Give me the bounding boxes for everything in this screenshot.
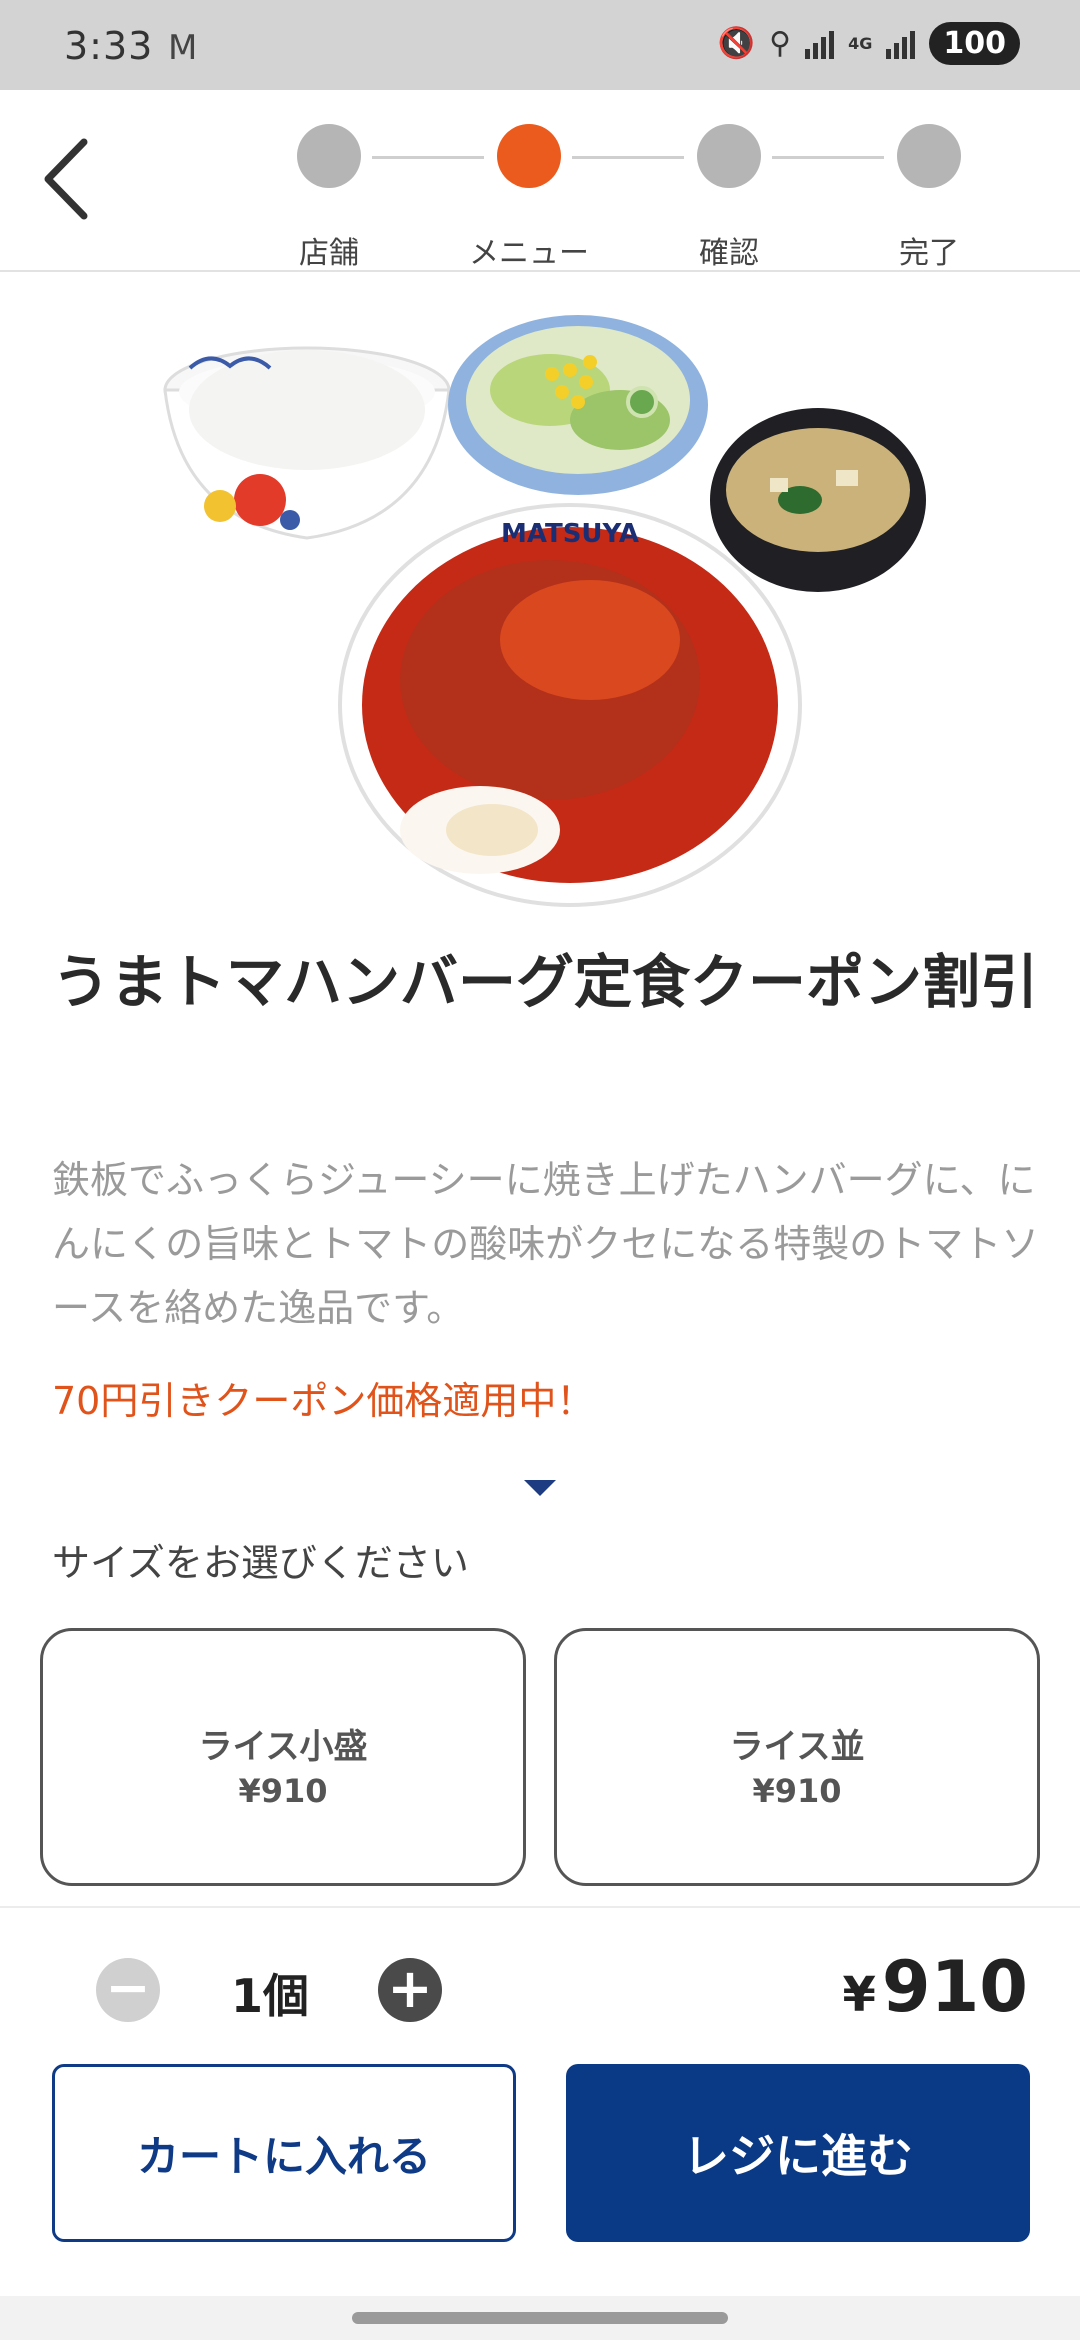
signal-icon-2 — [886, 29, 916, 59]
step-dot-store — [297, 124, 361, 188]
size-prompt: サイズをお選びください — [52, 1541, 469, 1585]
salad-bowl-icon — [448, 315, 708, 495]
expand-caret-icon[interactable] — [524, 1480, 556, 1496]
status-time: 3:33 — [64, 24, 154, 68]
quantity-increase-button[interactable]: + — [378, 1958, 442, 2022]
order-panel: − 1個 + ¥910 カートに入れる レジに進む — [0, 1906, 1080, 2298]
quantity-value: 1個 — [230, 1969, 309, 2023]
step-dot-menu — [497, 124, 561, 188]
total-price: ¥910 — [842, 1946, 1028, 2028]
hamburg-plate-icon: MATSUYA — [338, 503, 802, 907]
battery-indicator: 100 — [929, 22, 1020, 65]
coupon-applied-note: 70円引きクーポン価格適用中！ — [52, 1379, 595, 1423]
rice-bowl-icon — [163, 346, 451, 540]
quantity-decrease-button[interactable]: − — [96, 1958, 160, 2022]
size-option-name: ライス小盛 — [198, 1727, 368, 1767]
step-label-store: 店舗 — [299, 236, 359, 271]
step-connector — [572, 156, 684, 159]
mute-icon: 🔇 — [717, 26, 756, 61]
step-label-menu: メニュー — [469, 236, 589, 271]
step-label-confirm: 確認 — [699, 236, 759, 271]
status-bar: 3:33 M 🔇 ⚲ 4G 100 — [0, 0, 1080, 90]
product-image: MATSUYA — [163, 315, 926, 907]
checkout-button[interactable]: レジに進む — [566, 2064, 1030, 2242]
step-label-complete: 完了 — [899, 236, 959, 271]
location-icon: ⚲ — [769, 26, 792, 61]
size-option-regular-rice[interactable]: ライス並 ¥910 — [554, 1628, 1040, 1886]
network-type-label: 4G — [848, 33, 873, 53]
total-amount: 910 — [881, 1946, 1028, 2028]
step-dot-complete — [897, 124, 961, 188]
gmail-icon: M — [168, 28, 198, 68]
step-dot-confirm — [697, 124, 761, 188]
size-option-price: ¥910 — [238, 1772, 328, 1810]
add-to-cart-button[interactable]: カートに入れる — [52, 2064, 516, 2242]
back-arrow-icon[interactable] — [38, 134, 98, 224]
step-connector — [772, 156, 884, 159]
home-indicator[interactable] — [352, 2312, 728, 2324]
size-option-small-rice[interactable]: ライス小盛 ¥910 — [40, 1628, 526, 1886]
product-description: 鉄板でふっくらジューシーに焼き上げたハンバーグに、にんにくの旨味とトマトの酸味が… — [52, 1158, 1040, 1330]
miso-soup-icon — [710, 408, 926, 592]
size-option-price: ¥910 — [752, 1772, 842, 1810]
step-connector — [372, 156, 484, 159]
size-option-name: ライス並 — [729, 1727, 865, 1767]
product-title: うまトマハンバーグ定食クーポン割引 — [52, 948, 1039, 1016]
signal-icon — [805, 29, 835, 59]
svg-text:MATSUYA: MATSUYA — [501, 519, 639, 549]
status-icons: 🔇 ⚲ 4G 100 — [718, 22, 1020, 65]
gesture-nav-bar — [0, 2296, 1080, 2340]
yen-symbol: ¥ — [842, 1967, 876, 2023]
